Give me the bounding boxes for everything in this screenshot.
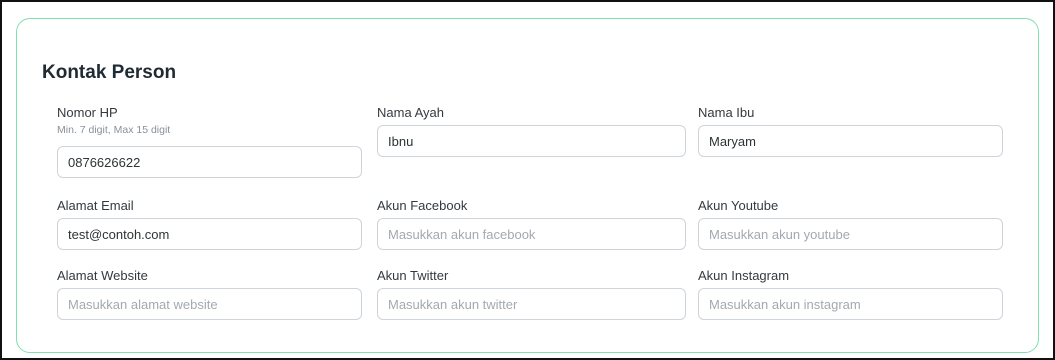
nama-ibu-label: Nama Ibu [698, 105, 755, 120]
akun-twitter-input[interactable] [377, 288, 686, 320]
alamat-email-input[interactable] [57, 218, 362, 250]
akun-facebook-label: Akun Facebook [377, 198, 468, 213]
alamat-email-label: Alamat Email [57, 198, 134, 213]
alamat-website-input[interactable] [57, 288, 362, 320]
akun-instagram-label: Akun Instagram [698, 268, 790, 283]
akun-youtube-input[interactable] [698, 218, 1003, 250]
akun-youtube-label: Akun Youtube [698, 198, 779, 213]
nomor-hp-label: Nomor HP [57, 105, 118, 120]
nama-ayah-input[interactable] [377, 125, 686, 157]
nomor-hp-input[interactable] [57, 146, 362, 178]
alamat-website-label: Alamat Website [57, 268, 148, 283]
nama-ayah-label: Nama Ayah [377, 105, 444, 120]
nama-ibu-input[interactable] [698, 125, 1003, 157]
akun-twitter-label: Akun Twitter [377, 268, 449, 283]
nomor-hp-hint: Min. 7 digit, Max 15 digit [57, 124, 171, 136]
akun-facebook-input[interactable] [377, 218, 686, 250]
section-title: Kontak Person [42, 62, 177, 83]
akun-instagram-input[interactable] [698, 288, 1003, 320]
